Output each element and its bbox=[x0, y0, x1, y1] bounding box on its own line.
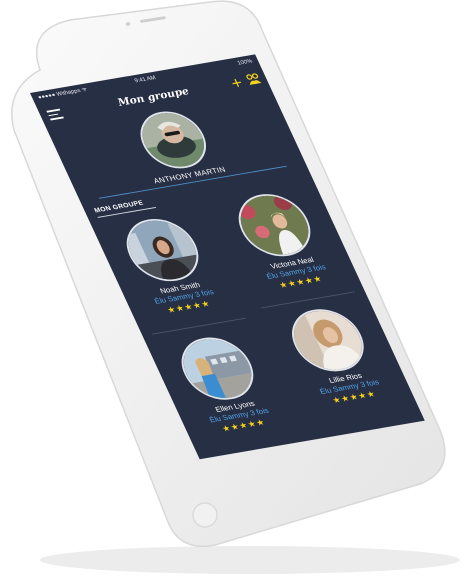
phone-mockup: ●●●●● Withapps ᯤ 9:41 AM 100% Mon groupe… bbox=[0, 0, 474, 587]
member-avatar bbox=[170, 332, 265, 405]
member-avatar bbox=[115, 213, 210, 287]
member-avatar bbox=[227, 189, 322, 262]
profile-avatar[interactable] bbox=[130, 106, 217, 174]
home-button bbox=[192, 502, 218, 528]
member-avatar bbox=[280, 304, 375, 377]
